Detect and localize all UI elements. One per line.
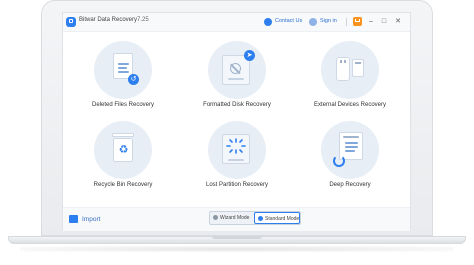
close-button[interactable]: ✕ bbox=[393, 17, 403, 27]
bin-lid bbox=[112, 133, 134, 137]
tile-label: External Devices Recovery bbox=[313, 102, 387, 108]
sign-in-link[interactable]: Sign in bbox=[320, 18, 337, 24]
standard-mode-label: Standard Mode bbox=[265, 216, 300, 222]
standard-mode-button[interactable]: Standard Mode bbox=[254, 212, 300, 224]
usb-drive-icon bbox=[336, 57, 350, 81]
import-folder-icon[interactable] bbox=[69, 215, 78, 223]
bottom-bar: Import Wizard Mode Standard Mode bbox=[63, 207, 410, 231]
user-icon[interactable] bbox=[309, 18, 317, 26]
tile-label: Deleted Files Recovery bbox=[91, 102, 155, 108]
restore-badge-icon: ↺ bbox=[128, 74, 139, 85]
app-title: Bitwar Data Recovery bbox=[79, 17, 138, 23]
import-button[interactable]: Import bbox=[82, 216, 100, 223]
recycle-bin-icon: ♻ bbox=[113, 138, 133, 162]
title-bar: Bitwar Data Recovery 7.25 Contact Us Sig… bbox=[63, 13, 410, 32]
app-window: Bitwar Data Recovery 7.25 Contact Us Sig… bbox=[62, 12, 411, 231]
contact-icon[interactable] bbox=[264, 18, 272, 26]
titlebar-divider bbox=[346, 18, 347, 26]
tile-label: Lost Partition Recovery bbox=[205, 182, 269, 188]
tile-recycle-bin-recovery[interactable]: ♻ Recycle Bin Recovery bbox=[75, 121, 171, 195]
minimize-button[interactable]: – bbox=[366, 17, 376, 27]
app-version: 7.25 bbox=[137, 17, 149, 23]
refresh-arrow-icon bbox=[333, 155, 345, 167]
standard-mode-icon bbox=[258, 216, 263, 221]
laptop-shadow bbox=[20, 246, 454, 252]
tile-label: Recycle Bin Recovery bbox=[93, 182, 153, 188]
tile-label: Deep Recovery bbox=[329, 182, 371, 188]
tile-circle bbox=[321, 41, 379, 99]
tile-deleted-files-recovery[interactable]: ↺ Deleted Files Recovery bbox=[75, 41, 171, 115]
tile-circle: ↺ bbox=[94, 41, 152, 99]
sd-card-icon bbox=[352, 59, 364, 77]
tile-circle: ♻ bbox=[94, 121, 152, 179]
lost-partition-icon bbox=[222, 134, 250, 164]
tile-circle bbox=[208, 121, 266, 179]
tile-external-devices-recovery[interactable]: External Devices Recovery bbox=[302, 41, 398, 115]
tile-label: Formatted Disk Recovery bbox=[203, 102, 271, 108]
cart-icon[interactable] bbox=[353, 17, 362, 26]
app-logo-icon bbox=[66, 17, 76, 27]
mode-toggle: Wizard Mode Standard Mode bbox=[209, 211, 301, 225]
wizard-mode-button[interactable]: Wizard Mode bbox=[210, 212, 254, 224]
maximize-button[interactable]: □ bbox=[379, 17, 389, 27]
laptop-notch bbox=[212, 236, 262, 239]
tile-lost-partition-recovery[interactable]: Lost Partition Recovery bbox=[189, 121, 285, 195]
tile-circle bbox=[321, 121, 379, 179]
tile-circle: ➤ bbox=[208, 41, 266, 99]
send-badge-icon: ➤ bbox=[244, 50, 255, 61]
tile-deep-recovery[interactable]: Deep Recovery bbox=[302, 121, 398, 195]
contact-us-link[interactable]: Contact Us bbox=[275, 18, 302, 24]
tile-formatted-disk-recovery[interactable]: ➤ Formatted Disk Recovery bbox=[189, 41, 285, 115]
wizard-mode-icon bbox=[213, 215, 218, 220]
wizard-mode-label: Wizard Mode bbox=[220, 215, 250, 221]
